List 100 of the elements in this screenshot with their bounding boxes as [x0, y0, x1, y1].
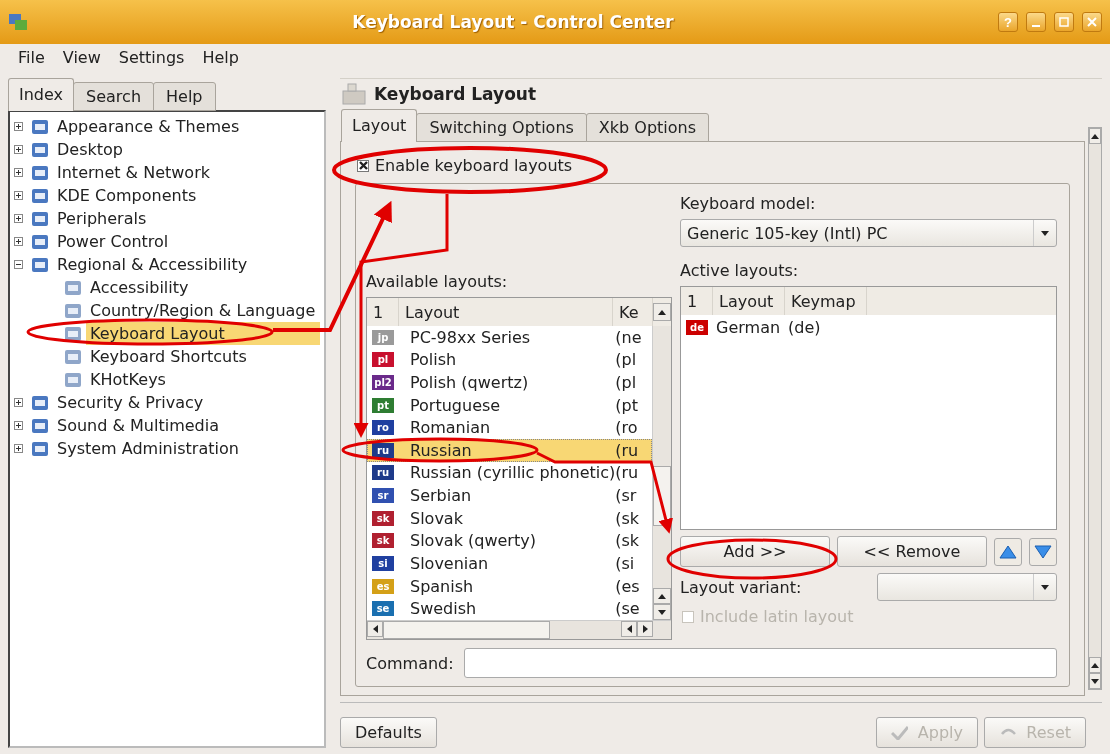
menu-item[interactable]: View [62, 47, 101, 67]
window-title: Keyboard Layout - Control Center [351, 12, 675, 32]
layout-row[interactable]: ro Romanian (ro [367, 416, 653, 440]
tree-item[interactable]: System Administration [53, 437, 243, 460]
layout-row[interactable]: pl Polish (pl [367, 348, 653, 372]
layout-row[interactable]: es Spanish (es [367, 574, 653, 598]
keyboard-model-dropdown[interactable]: Generic 105-key (Intl) PC [680, 219, 1057, 247]
left-arrow-icon [372, 625, 378, 633]
expander-icon[interactable] [14, 444, 23, 453]
layout-row[interactable]: pl2 Polish (qwertz) (pl [367, 371, 653, 394]
category-icon [31, 232, 49, 251]
category-icon [31, 393, 49, 412]
expander-icon[interactable] [14, 145, 23, 154]
layout-row[interactable]: ru Russian (cyrillic phonetic)(ru [367, 461, 653, 485]
column-header[interactable]: Layout [399, 298, 613, 326]
expander-icon[interactable] [14, 421, 23, 430]
expander-icon[interactable] [14, 168, 23, 177]
flag-icon: sk [372, 510, 394, 526]
layout-row[interactable]: sk Slovak (qwerty) (sk [367, 529, 653, 553]
right-arrow-icon [642, 625, 648, 633]
checkbox-label: Enable keyboard layouts [375, 156, 573, 175]
layout-name: PC-98xx Series [410, 327, 531, 347]
column-header[interactable]: 1 [681, 287, 713, 315]
menu-item[interactable]: Settings [118, 47, 185, 67]
triangle-up-icon [999, 544, 1017, 559]
defaults-button[interactable]: Defaults [340, 717, 437, 748]
vertical-scrollbar[interactable] [652, 326, 671, 620]
up-arrow-icon [658, 593, 667, 599]
expander-icon[interactable] [14, 191, 23, 200]
layout-row[interactable]: pt Portuguese (pt [367, 393, 653, 417]
flag-icon: sk [372, 533, 394, 549]
sidebar-tab[interactable]: Search [73, 82, 154, 111]
tree-item[interactable]: Desktop [53, 138, 127, 161]
minimize-icon [1032, 25, 1040, 27]
tree-item[interactable]: Security & Privacy [53, 391, 208, 414]
menu-item[interactable]: File [18, 47, 45, 67]
category-icon [31, 117, 49, 136]
menu-item[interactable]: Help [202, 47, 239, 67]
layout-name: Slovak (qwerty) [410, 531, 536, 551]
tab[interactable]: Switching Options [416, 113, 587, 142]
tab[interactable]: Layout [341, 109, 418, 142]
column-header[interactable]: Keymap [785, 287, 867, 315]
keymap-code: (si [615, 553, 636, 573]
up-arrow-icon [1091, 662, 1099, 668]
horizontal-scrollbar[interactable] [367, 620, 671, 639]
layout-row[interactable]: de German (de) [681, 315, 1056, 341]
flag-icon: pl2 [372, 375, 394, 390]
category-icon [31, 163, 49, 182]
expander-icon[interactable] [14, 260, 23, 269]
checkbox-label: Include latin layout [700, 607, 854, 626]
tree-item[interactable]: Accessibility [86, 276, 193, 299]
command-field[interactable] [463, 648, 1057, 678]
category-icon [31, 255, 49, 274]
checkbox[interactable] [357, 159, 369, 172]
category-icon [64, 370, 82, 389]
column-header[interactable]: Layout [713, 287, 785, 315]
tab[interactable]: Xkb Options [585, 113, 710, 142]
add-button[interactable]: Add >> [680, 536, 830, 567]
flag-icon: ru [372, 442, 394, 458]
move-down-button[interactable] [1029, 537, 1057, 566]
tree-item[interactable]: Sound & Multimedia [53, 414, 223, 437]
keymap-code: (pt [615, 395, 639, 415]
layout-name: Slovenian [410, 553, 489, 573]
scroll-up-button[interactable] [653, 303, 671, 321]
move-up-button[interactable] [994, 537, 1022, 566]
remove-button[interactable]: << Remove [837, 536, 987, 567]
tree-item[interactable]: Peripherals [53, 207, 151, 230]
expander-icon[interactable] [14, 122, 23, 131]
layout-name: Spanish [410, 576, 474, 596]
expander-icon[interactable] [14, 237, 23, 246]
maximize-button[interactable] [1054, 12, 1074, 32]
layout-row[interactable]: jp PC-98xx Series (ne [367, 326, 653, 349]
sidebar-tab[interactable]: Help [153, 82, 216, 111]
tree-item[interactable]: Regional & Accessibility [53, 253, 252, 276]
tree-item[interactable]: Internet & Network [53, 161, 214, 184]
sidebar-tab[interactable]: Index [8, 78, 75, 111]
layout-row[interactable]: sr Serbian (sr [367, 484, 653, 507]
tree-item[interactable]: Power Control [53, 230, 173, 253]
expander-icon[interactable] [14, 214, 23, 223]
column-header[interactable]: 1 [367, 298, 399, 326]
minimize-button[interactable] [1026, 12, 1046, 32]
tree-item[interactable]: Keyboard Shortcuts [86, 345, 251, 368]
category-icon [64, 278, 82, 297]
layout-row[interactable]: se Swedish (se [367, 597, 653, 620]
category-icon [31, 439, 49, 458]
layout-name: Polish [410, 350, 457, 370]
expander-icon[interactable] [14, 398, 23, 407]
layout-row[interactable]: si Slovenian (si [367, 552, 653, 575]
layout-row[interactable]: sk Slovak (sk [367, 506, 653, 530]
tree-item[interactable]: KHotKeys [86, 368, 170, 391]
tree-item[interactable]: Appearance & Themes [53, 115, 244, 138]
category-icon [64, 301, 82, 320]
close-button[interactable] [1082, 12, 1102, 32]
layout-name: Slovak [410, 508, 463, 528]
tree-item[interactable]: KDE Components [53, 184, 201, 207]
tree-item[interactable]: Country/Region & Language [86, 299, 320, 322]
keymap-code: (sk [615, 508, 641, 528]
vertical-scrollbar[interactable] [1088, 127, 1102, 690]
down-arrow-icon [1041, 230, 1049, 236]
left-arrow-icon [626, 625, 632, 633]
